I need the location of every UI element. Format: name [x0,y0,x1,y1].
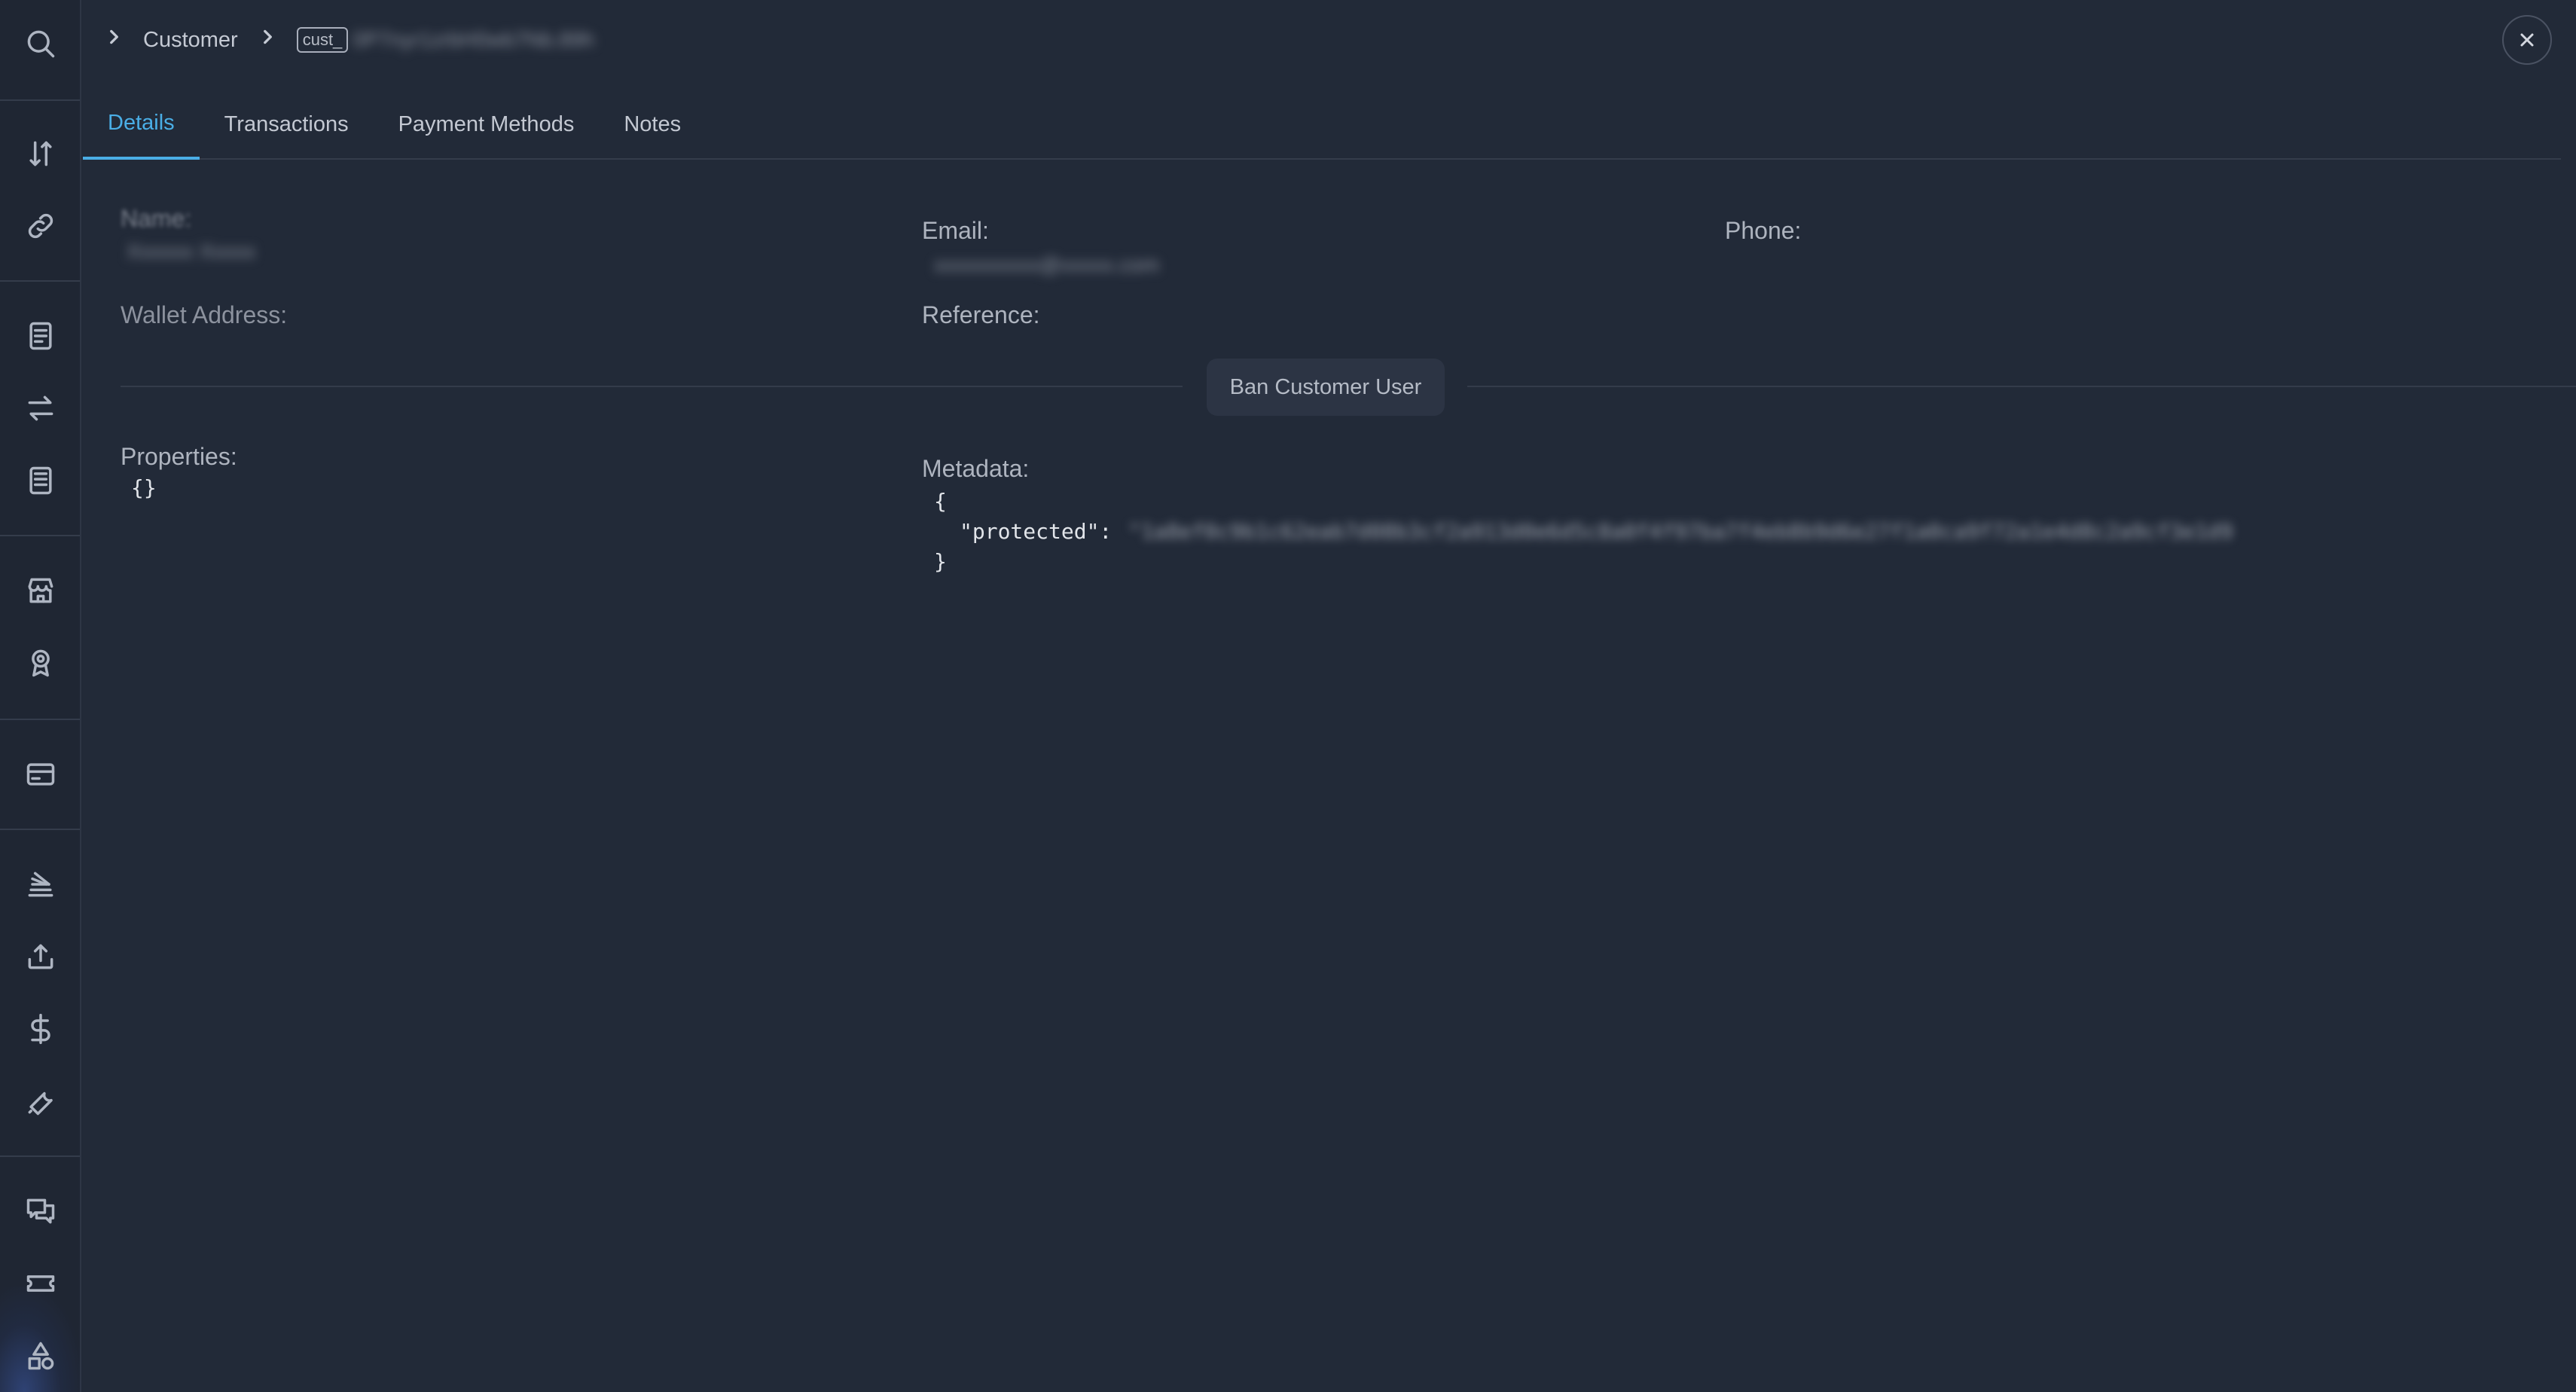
link-icon[interactable] [17,202,65,250]
exchange-icon[interactable] [17,384,65,432]
tab-details[interactable]: Details [83,89,200,160]
chevron-right-icon [104,27,124,53]
ticket-icon[interactable] [17,1259,65,1308]
app: Customer cust_ 0P7nyr1zrbH0wb7Nb.89h Det… [0,0,2576,1392]
invoice-icon[interactable] [17,456,65,505]
upload-icon[interactable] [17,933,65,981]
store-icon[interactable] [17,566,65,615]
search-icon[interactable] [17,20,65,68]
dollar-icon[interactable] [17,1005,65,1053]
tab-transactions[interactable]: Transactions [200,89,374,160]
breadcrumb: Customer cust_ 0P7nyr1zrbH0wb7Nb.89h [104,23,594,57]
chevron-right-icon [258,27,277,53]
properties-value: {} [131,475,157,500]
tab-notes[interactable]: Notes [599,89,706,160]
name-label: Name: [121,205,192,232]
card-icon[interactable] [17,750,65,798]
reference-label: Reference: [922,301,1040,328]
transfer-icon[interactable] [17,130,65,178]
metadata-value-redacted: "1a8ef0c9b1c62eab7d08b3cf2a913d0e6d5c8a0… [1128,519,2233,544]
divider [1467,386,2576,387]
customer-id-redacted: 0P7nyr1zrbH0wb7Nb.89h [353,28,594,51]
properties-label: Properties: [121,443,237,470]
close-icon [2520,33,2534,47]
breadcrumb-customer-id: cust_ 0P7nyr1zrbH0wb7Nb.89h [296,27,594,53]
breadcrumb-customer[interactable]: Customer [143,28,238,53]
sidebar [0,0,81,1392]
sidebar-separator [0,280,80,282]
ban-customer-user-button[interactable]: Ban Customer User [1207,359,1445,416]
email-value: xxxxxxxxxx@xxxxx.com [934,253,1160,276]
metadata-close-brace: } [934,549,947,574]
name-value: Xxxxxx Xxxxx [127,240,256,263]
sidebar-separator [0,535,80,536]
metadata-open-brace: { [934,489,947,514]
sidebar-separator [0,99,80,101]
sidebar-separator [0,719,80,720]
tab-bar: Details Transactions Payment Methods Not… [83,87,2561,160]
sidebar-separator [0,829,80,830]
award-icon[interactable] [17,639,65,687]
tab-payment-methods[interactable]: Payment Methods [374,89,600,160]
receipt-icon[interactable] [17,312,65,360]
chat-icon[interactable] [17,1187,65,1235]
metadata-label: Metadata: [922,455,1030,482]
customer-id-prefix: cust_ [296,27,349,53]
email-label: Email: [922,217,989,244]
phone-label: Phone: [1725,217,1802,244]
main-panel: Customer cust_ 0P7nyr1zrbH0wb7Nb.89h Det… [83,0,2576,1392]
wallet-address-label: Wallet Address: [121,301,288,328]
sidebar-separator [0,1155,80,1157]
divider [121,386,1183,387]
metadata-key: "protected": [960,519,1113,544]
close-button[interactable] [2502,15,2552,65]
layers-icon[interactable] [17,860,65,908]
shapes-icon[interactable] [17,1332,65,1380]
wrench-icon[interactable] [17,1077,65,1125]
